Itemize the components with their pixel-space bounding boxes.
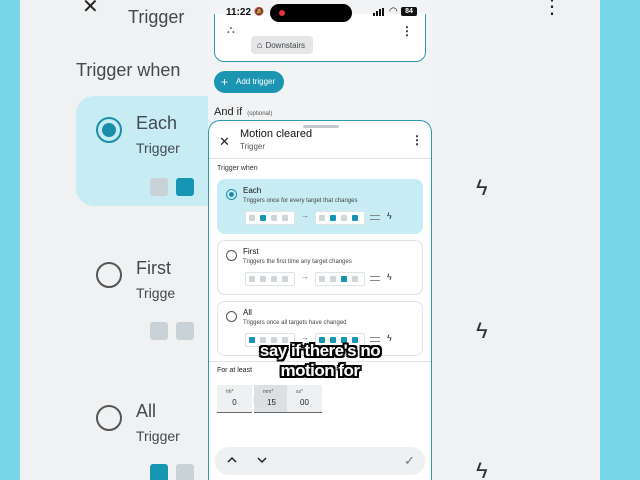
bg-square bbox=[150, 178, 168, 196]
option-each-description: Triggers once for every target that chan… bbox=[243, 198, 358, 204]
hours-label: hh* bbox=[226, 389, 234, 395]
status-time: 11:22 bbox=[226, 7, 252, 18]
minutes-label: mm* bbox=[263, 389, 274, 395]
status-bar: 11:22 🔕 ◠ 84 bbox=[208, 0, 432, 24]
more-vert-icon[interactable]: ⋮ bbox=[411, 133, 423, 147]
bg-stripe bbox=[600, 0, 640, 480]
motion-sensor-icon: ⛬ bbox=[227, 24, 235, 36]
bg-close-icon: ✕ bbox=[82, 0, 99, 18]
bg-triggers-each: Trigger bbox=[136, 140, 180, 156]
sheet-title: Motion cleared bbox=[240, 128, 313, 140]
trigger-bottom-sheet: ✕ Motion cleared Trigger ⋮ Trigger when … bbox=[208, 120, 432, 480]
and-if-note: (optional) bbox=[247, 111, 273, 117]
after-targets bbox=[315, 211, 365, 225]
bg-bolt-icon: ϟ bbox=[476, 175, 488, 200]
bg-each: Each bbox=[136, 113, 178, 133]
minutes-value: 15 bbox=[267, 398, 276, 407]
wifi-icon: ◠ bbox=[389, 6, 398, 17]
option-each-name: Each bbox=[243, 186, 262, 195]
seconds-value: 00 bbox=[300, 398, 309, 407]
option-first-description: Triggers the first time any target chang… bbox=[243, 259, 352, 265]
check-icon[interactable]: ✓ bbox=[404, 453, 415, 469]
bg-trigger-when: Trigger when bbox=[76, 60, 181, 80]
option-all-name: All bbox=[243, 308, 252, 317]
radio-all[interactable] bbox=[226, 311, 237, 322]
bg-all: All bbox=[136, 401, 157, 421]
chevron-down-icon[interactable] bbox=[256, 454, 268, 466]
input-navigation-bar: ✓ bbox=[215, 447, 425, 475]
option-first[interactable]: First Triggers the first time any target… bbox=[217, 240, 423, 295]
bg-triggers-all: Trigger bbox=[136, 428, 180, 444]
bg-square bbox=[176, 178, 194, 196]
bolt-icon: ϟ bbox=[387, 211, 392, 221]
bg-card-right bbox=[430, 0, 600, 480]
arrow-right-icon: → bbox=[301, 211, 309, 220]
hours-value: 0 bbox=[232, 398, 237, 407]
and-if-heading: And if (optional) bbox=[214, 106, 272, 118]
bg-first: First bbox=[136, 258, 171, 278]
bg-bolt-icon: ϟ bbox=[476, 458, 488, 480]
before-targets bbox=[245, 211, 295, 225]
recording-dot bbox=[279, 10, 285, 16]
bg-square bbox=[150, 322, 168, 340]
bell-off-icon: 🔕 bbox=[254, 7, 264, 16]
bolt-icon: ϟ bbox=[387, 272, 392, 282]
minutes-field[interactable]: mm* 15 bbox=[254, 385, 289, 413]
equals-icon bbox=[370, 215, 380, 220]
radio-each[interactable] bbox=[226, 189, 237, 200]
chevron-up-icon[interactable] bbox=[226, 454, 238, 466]
arrow-right-icon: → bbox=[301, 272, 309, 281]
close-icon[interactable]: ✕ bbox=[219, 134, 230, 150]
plus-icon: + bbox=[221, 75, 229, 89]
option-first-name: First bbox=[243, 247, 259, 256]
radio-first[interactable] bbox=[226, 250, 237, 261]
battery-indicator: 84 bbox=[401, 7, 417, 16]
and-if-label: And if bbox=[214, 106, 243, 118]
bg-radio-all bbox=[96, 405, 122, 431]
hours-field[interactable]: hh* 0 bbox=[217, 385, 252, 413]
seconds-label: ss* bbox=[296, 389, 303, 395]
seconds-field[interactable]: ss* 00 bbox=[287, 385, 322, 413]
bg-radio-each bbox=[96, 117, 122, 143]
divider bbox=[209, 158, 431, 159]
before-targets bbox=[245, 272, 295, 286]
sheet-subtitle: Trigger bbox=[240, 142, 266, 151]
home-icon: ⌂ bbox=[257, 40, 263, 50]
option-all-description: Triggers once all targets have changed bbox=[243, 320, 347, 326]
bg-square bbox=[176, 322, 194, 340]
dynamic-island bbox=[270, 4, 352, 22]
equals-icon bbox=[370, 276, 380, 281]
bg-triggers-first: Trigge bbox=[136, 285, 176, 301]
more-vert-icon[interactable]: ⋮ bbox=[401, 24, 413, 38]
area-chip-label: Downstairs bbox=[265, 41, 306, 50]
bg-square bbox=[176, 464, 194, 480]
bg-trigger-label: Trigger bbox=[128, 7, 185, 27]
bg-more-icon: ⋮ bbox=[542, 0, 562, 18]
add-trigger-label: Add trigger bbox=[236, 77, 276, 86]
option-each[interactable]: Each Triggers once for every target that… bbox=[217, 179, 423, 234]
bg-square bbox=[150, 464, 168, 480]
phone-screen: ⛬ ⋮ ⌂ Downstairs 11:22 🔕 ◠ 84 + Add trigg… bbox=[208, 0, 432, 480]
after-targets bbox=[315, 272, 365, 286]
area-chip[interactable]: ⌂ Downstairs bbox=[251, 36, 314, 54]
trigger-when-label: Trigger when bbox=[217, 165, 258, 172]
signal-icon bbox=[373, 8, 387, 16]
add-trigger-button[interactable]: + Add trigger bbox=[214, 71, 284, 93]
caption-line-2: motion for bbox=[280, 361, 360, 380]
bg-radio-first bbox=[96, 262, 122, 288]
caption-line-1: say if there's no bbox=[259, 341, 381, 360]
